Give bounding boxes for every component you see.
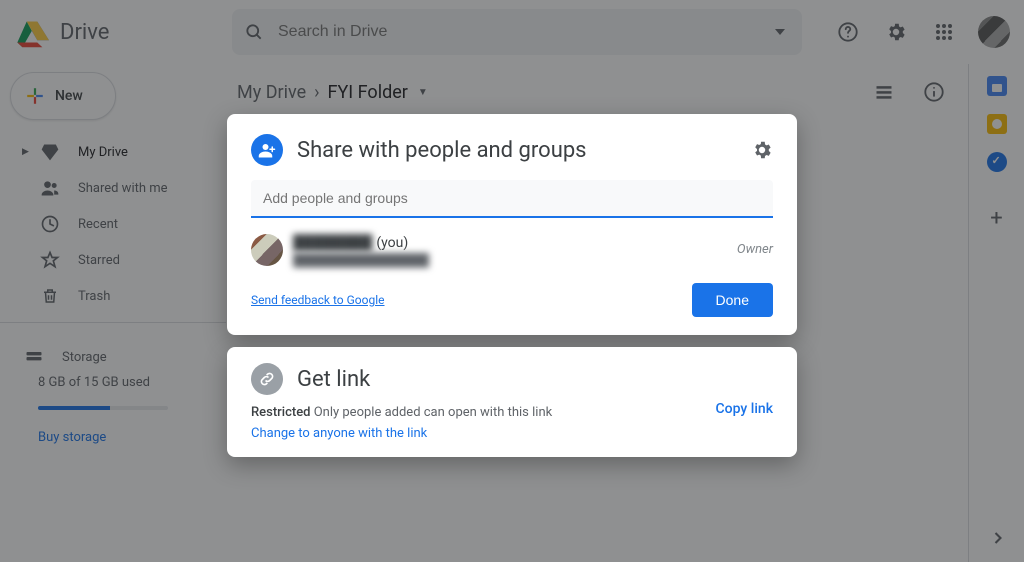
person-name: ████████ [293, 234, 372, 251]
send-feedback-link[interactable]: Send feedback to Google [251, 293, 385, 307]
copy-link-button[interactable]: Copy link [716, 401, 773, 417]
you-suffix: (you) [376, 235, 408, 251]
share-dialog: Share with people and groups ████████ (y… [227, 114, 797, 335]
add-people-input[interactable] [251, 180, 773, 218]
getlink-mode: Restricted [251, 405, 310, 420]
getlink-dialog: Get link Restricted Only people added ca… [227, 347, 797, 457]
change-access-link[interactable]: Change to anyone with the link [251, 426, 427, 441]
person-add-icon [251, 134, 283, 166]
getlink-desc-text: Only people added can open with this lin… [314, 405, 553, 420]
getlink-title: Get link [297, 367, 773, 392]
share-settings-icon[interactable] [751, 139, 773, 161]
share-dialog-title: Share with people and groups [297, 138, 737, 163]
person-role: Owner [737, 242, 773, 257]
link-icon [251, 363, 283, 395]
getlink-description: Restricted Only people added can open wi… [251, 405, 716, 420]
person-email: ████████████████ [293, 253, 727, 267]
person-avatar [251, 234, 283, 266]
person-row: ████████ (you) ████████████████ Owner [251, 232, 773, 267]
done-button[interactable]: Done [692, 283, 773, 317]
modal-overlay: Share with people and groups ████████ (y… [0, 0, 1024, 562]
